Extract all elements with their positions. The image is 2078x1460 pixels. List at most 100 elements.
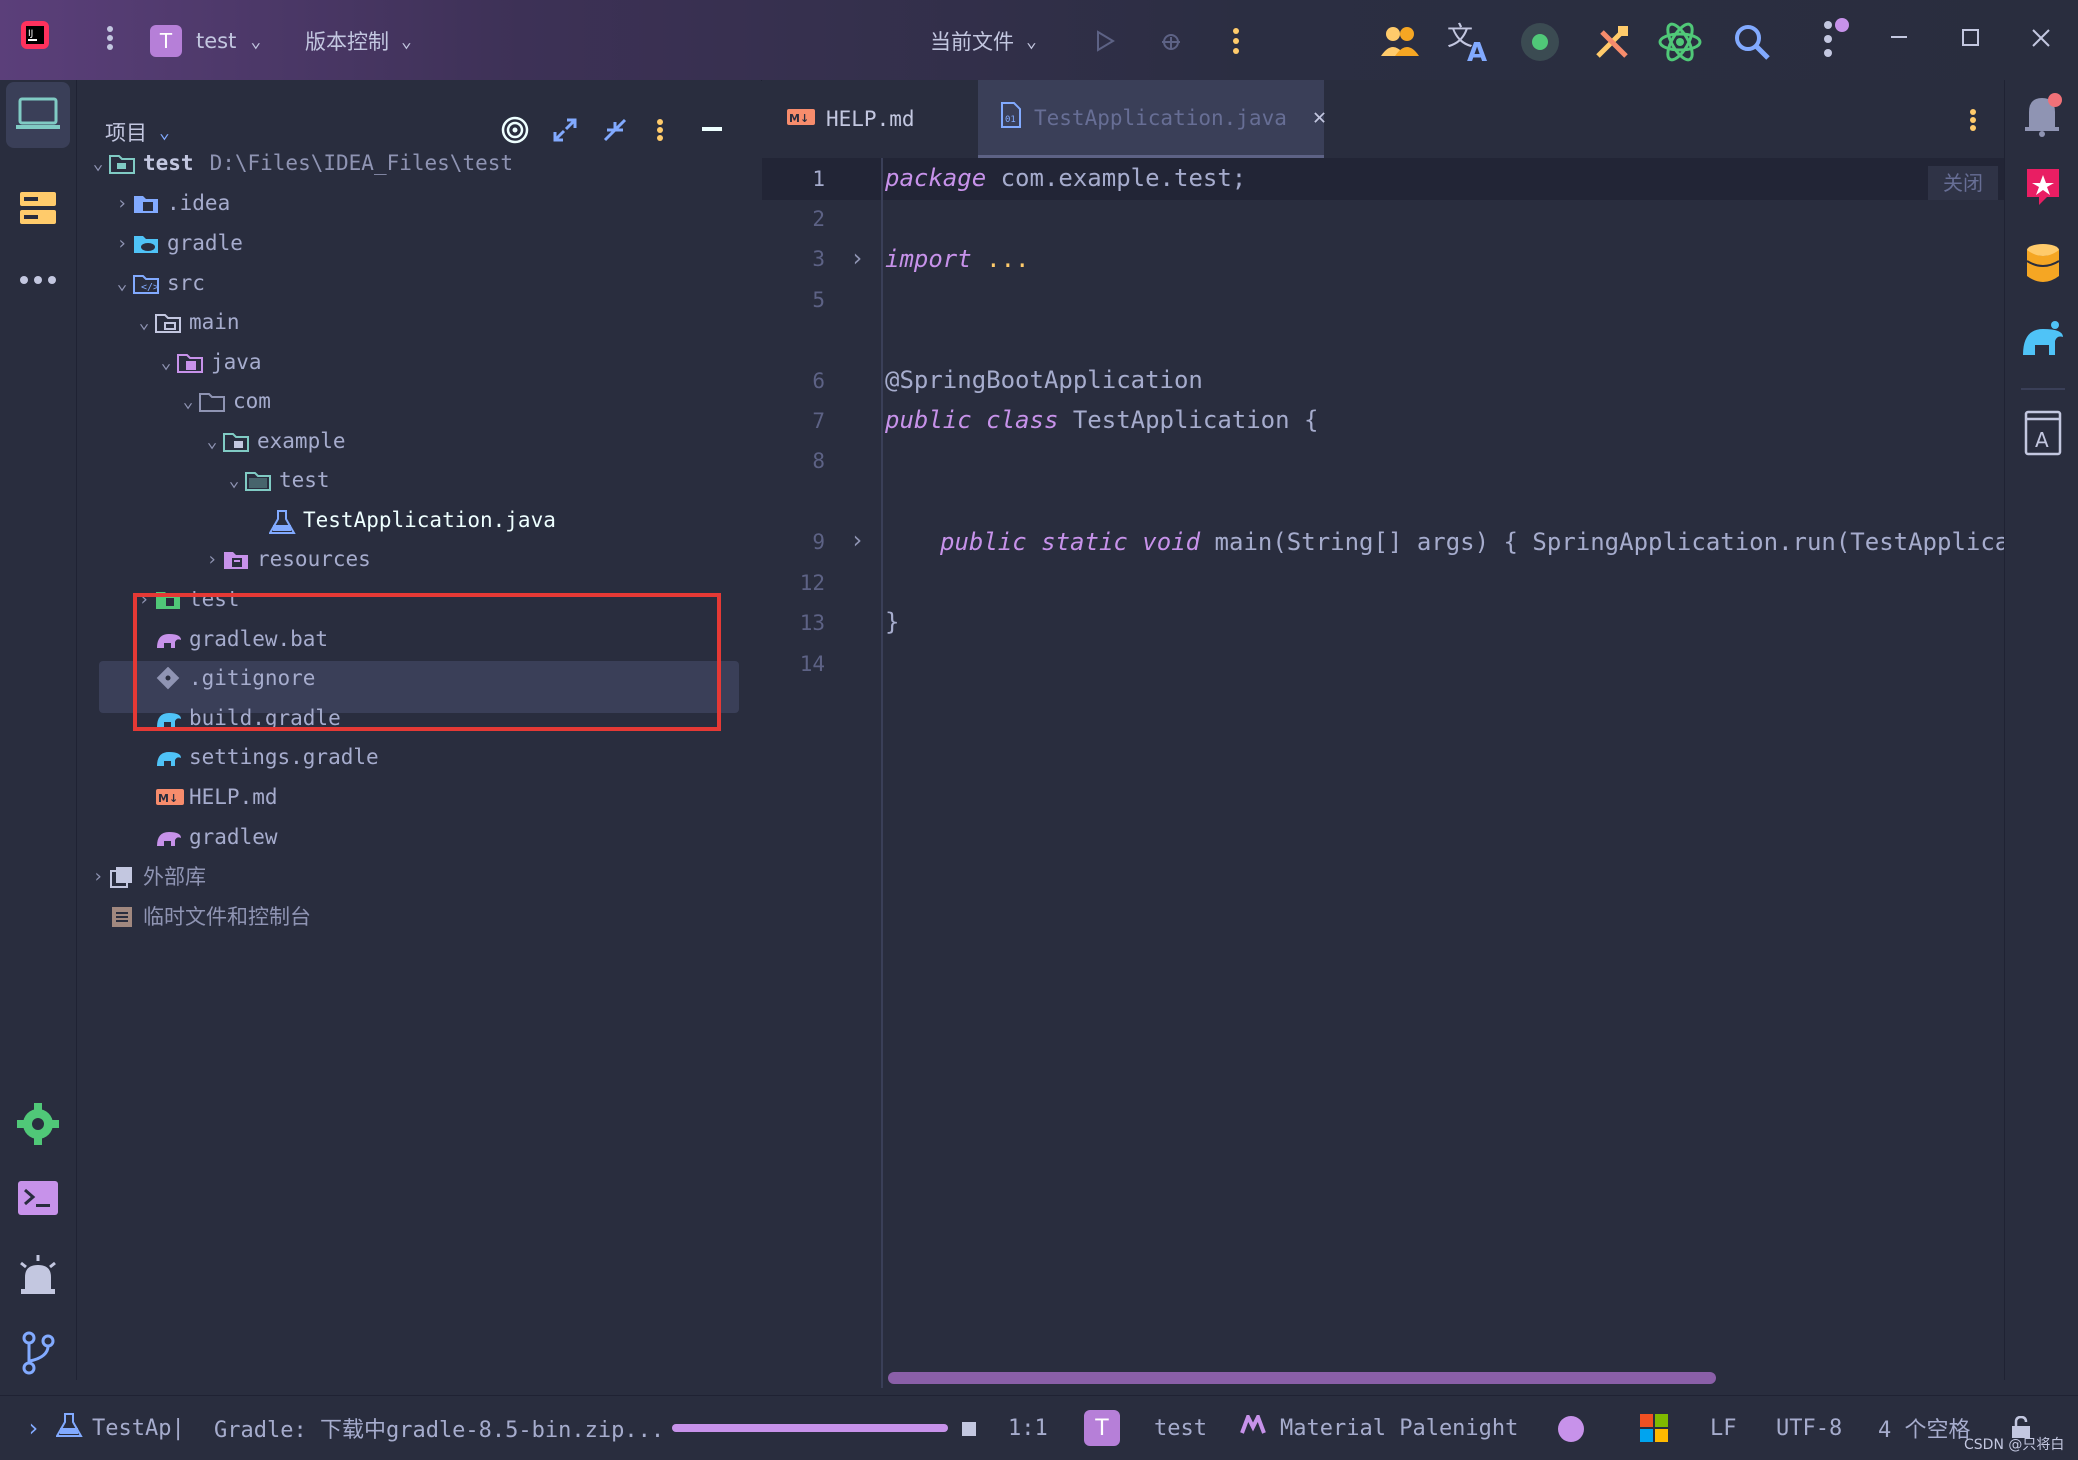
maximize-icon[interactable] (1956, 20, 1986, 56)
services-gear-icon[interactable] (14, 1100, 62, 1148)
project-selector[interactable]: T test ⌄ (150, 22, 261, 60)
chevron-down-icon[interactable]: ⌄ (155, 352, 177, 373)
editor-area (762, 80, 2004, 1380)
chevron-down-icon[interactable]: ⌄ (177, 391, 199, 412)
search-icon[interactable] (1730, 20, 1774, 64)
line-number: 8 (812, 449, 825, 473)
chevron-down-icon[interactable]: ⌄ (133, 312, 155, 333)
code-line-1[interactable]: package com.example.test; (885, 164, 1246, 192)
tree-item-label: 临时文件和控制台 (143, 905, 311, 929)
material-theme-icon (1240, 1412, 1266, 1441)
close-hint-label[interactable]: 关闭 (1928, 166, 1998, 200)
source-folder-icon: </> (133, 272, 161, 294)
project-name: test (1154, 1415, 1207, 1441)
code-text: } (885, 608, 900, 636)
vcs-menu[interactable]: 版本控制 ⌄ (305, 22, 412, 60)
main-menu-icon[interactable] (98, 18, 122, 58)
tree-item-label: resources (257, 547, 371, 571)
git-branch-icon[interactable] (14, 1328, 62, 1378)
tree-item-label: src (167, 271, 205, 295)
markdown-icon: M↓ (155, 786, 184, 808)
svg-text:IJ: IJ (28, 29, 33, 39)
build-tools-icon[interactable] (1590, 20, 1634, 64)
gradle-tool-icon[interactable] (2019, 314, 2067, 364)
tab-help-md[interactable]: M↓ HELP.md (786, 80, 976, 158)
database-icon[interactable] (2019, 238, 2067, 288)
ai-assistant-icon[interactable] (2019, 162, 2067, 212)
theme-switcher[interactable]: Material Palenight (1240, 1396, 1518, 1460)
library-icon (109, 865, 137, 888)
line-number: 13 (799, 611, 825, 635)
tab-options-icon[interactable] (1958, 100, 1988, 140)
tab-testapplication-java[interactable]: 01 TestApplication.java ✕ (978, 80, 1326, 158)
root-name: test (143, 151, 194, 175)
chevron-down-icon[interactable]: ⌄ (201, 431, 223, 452)
chevron-right-icon[interactable]: › (111, 233, 133, 254)
chevron-down-icon[interactable]: ⌄ (223, 470, 245, 491)
close-tab-icon[interactable]: ✕ (1313, 105, 1326, 130)
documentation-icon[interactable]: A (2019, 406, 2067, 460)
vcs-label: 版本控制 (305, 30, 389, 54)
line-number: 6 (812, 369, 825, 393)
chevron-right-icon[interactable]: › (201, 549, 223, 570)
chevron-down-icon[interactable]: ⌄ (111, 273, 133, 294)
atom-icon[interactable] (1656, 18, 1704, 66)
code-text: com.example.test; (986, 164, 1247, 192)
structure-tool-icon[interactable] (14, 184, 62, 232)
folder-icon (155, 311, 183, 333)
close-window-icon[interactable] (2026, 20, 2056, 56)
code-line-3[interactable]: import ... (885, 245, 1030, 273)
java-class-icon: 01 (1000, 102, 1022, 133)
status-project[interactable]: T test (1084, 1396, 1207, 1460)
more-tools-icon[interactable] (14, 260, 62, 300)
problems-alarm-icon[interactable] (14, 1250, 62, 1300)
more-actions-icon[interactable] (1226, 24, 1246, 58)
fold-chevron-icon[interactable]: › (850, 244, 864, 272)
record-icon[interactable] (1518, 20, 1562, 64)
translate-icon[interactable]: 文A (1444, 18, 1494, 64)
caret-position[interactable]: 1:1 (1008, 1396, 1048, 1460)
tree-item-scratches[interactable]: 临时文件和控制台 (77, 891, 771, 941)
run-status[interactable]: TestAp| (55, 1396, 185, 1460)
chevron-down-icon[interactable]: ⌄ (87, 153, 109, 174)
code-with-me-icon[interactable] (1378, 20, 1422, 62)
title-bar: IJ T test ⌄ 版本控制 ⌄ 当前文件 ⌄ 文A (0, 0, 2078, 81)
horizontal-scrollbar[interactable] (888, 1372, 1716, 1384)
project-name: test (196, 29, 237, 53)
run-icon[interactable] (1090, 26, 1120, 56)
code-line-7[interactable]: public class TestApplication { (885, 406, 1318, 434)
settings-menu-icon[interactable] (1812, 16, 1852, 62)
chevron-right-icon[interactable]: › (111, 193, 133, 214)
minimize-icon[interactable] (1886, 20, 1916, 56)
file-encoding[interactable]: UTF-8 (1776, 1396, 1842, 1460)
code-line-6[interactable]: @SpringBootApplication (885, 366, 1203, 394)
accent-color-icon[interactable] (1558, 1416, 1584, 1442)
run-label: TestAp| (92, 1415, 185, 1441)
root-path: D:\Files\IDEA_Files\test (209, 151, 514, 175)
tab-label: TestApplication.java (1034, 105, 1287, 130)
scratch-file-icon (109, 905, 137, 927)
code-line-9[interactable]: public static void main(String[] args) {… (940, 528, 2004, 556)
indent-setting[interactable]: 4 个空格 (1878, 1396, 1971, 1460)
app-logo-icon[interactable]: IJ (18, 18, 52, 52)
stop-task-icon[interactable] (962, 1422, 976, 1436)
project-tool-icon[interactable] (6, 82, 70, 148)
tree-item-label: TestApplication.java (303, 508, 556, 532)
status-expand-icon[interactable]: › (26, 1396, 40, 1460)
notifications-bell-icon[interactable] (2019, 88, 2067, 140)
line-separator[interactable]: LF (1710, 1396, 1737, 1460)
run-config-selector[interactable]: 当前文件 ⌄ (930, 22, 1037, 60)
code-line-13[interactable]: } (885, 608, 899, 636)
tree-item-label: settings.gradle (189, 745, 379, 769)
fold-chevron-icon[interactable]: › (850, 526, 864, 554)
background-task[interactable]: Gradle: 下载中gradle-8.5-bin.zip... (214, 1396, 664, 1460)
windows-logo-icon[interactable] (1640, 1414, 1668, 1442)
debug-icon[interactable] (1156, 26, 1186, 56)
chevron-down-icon: ⌄ (1026, 30, 1037, 52)
highlight-annotation-box (133, 593, 721, 731)
line-number: 12 (799, 571, 825, 595)
progress-fill (672, 1424, 948, 1432)
terminal-icon[interactable] (14, 1174, 62, 1222)
project-badge: T (150, 25, 182, 57)
chevron-right-icon[interactable]: › (87, 866, 109, 887)
